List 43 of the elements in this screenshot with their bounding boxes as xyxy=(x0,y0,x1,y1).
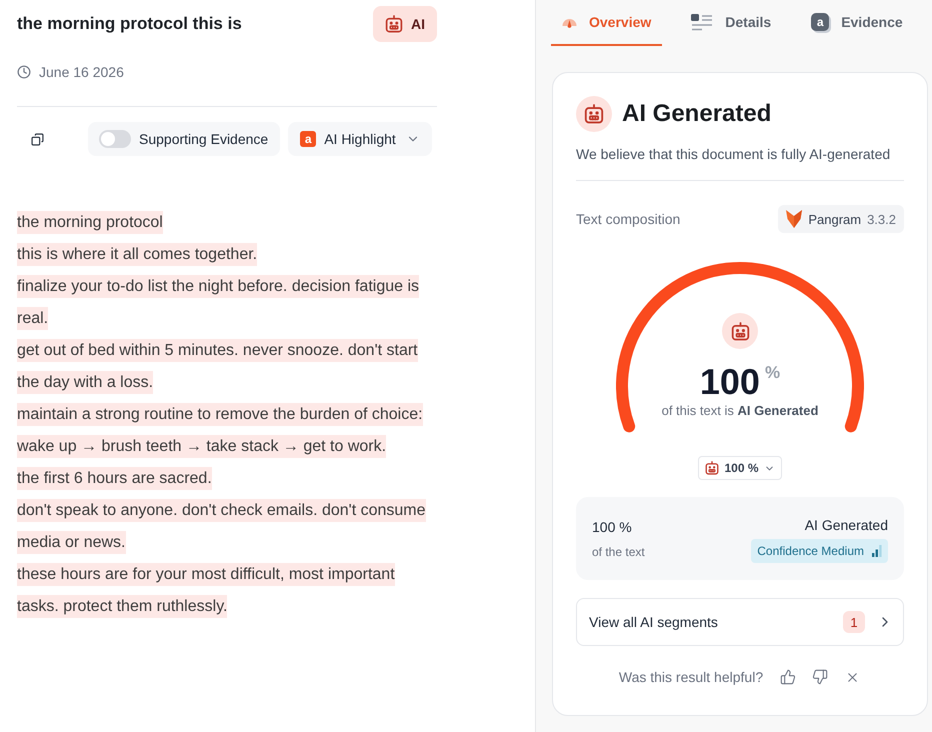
thumbs-down-icon xyxy=(812,669,828,685)
document-date: June 16 2026 xyxy=(39,64,124,80)
segment-count: 1 xyxy=(843,611,865,633)
feedback-question: Was this result helpful? xyxy=(618,669,764,685)
result-title: AI Generated xyxy=(622,100,772,128)
model-name: Pangram xyxy=(808,212,862,226)
fox-logo-icon xyxy=(786,210,802,228)
percentage-dropdown[interactable]: 100 % xyxy=(698,456,782,480)
document-text-segment: the first 6 hours are sacred. xyxy=(17,463,435,495)
panel-tab[interactable]: Details xyxy=(680,0,782,46)
view-segments-button[interactable]: View all AI segments 1 xyxy=(576,598,904,646)
robot-icon xyxy=(576,96,612,132)
thumbs-up-icon xyxy=(780,669,796,685)
supporting-evidence-toggle[interactable]: Supporting Evidence xyxy=(88,122,280,156)
thumbs-down-button[interactable] xyxy=(811,668,830,686)
copy-icon xyxy=(30,132,44,146)
document-text-segment: this is where it all comes together. xyxy=(17,239,435,271)
result-description: We believe that this document is fully AI-generated xyxy=(576,145,892,164)
gauge-unit: % xyxy=(764,362,780,384)
share-note: of the text xyxy=(592,544,645,560)
robot-icon xyxy=(705,461,720,475)
highlight-dropdown[interactable]: a AI Highlight xyxy=(288,122,432,156)
thumbs-up-button[interactable] xyxy=(779,668,798,686)
panel-tab[interactable]: a Evidence xyxy=(800,0,914,46)
composition-label: Text composition xyxy=(576,211,680,227)
model-version: 3.3.2 xyxy=(867,212,896,226)
document-text-segment: the morning protocol xyxy=(17,207,435,239)
view-segments-label: View all AI segments xyxy=(589,614,719,630)
share-value: 100 % xyxy=(592,518,632,536)
letter-tile: a xyxy=(811,13,830,31)
signal-bars-icon xyxy=(872,544,882,556)
confidence-label: Confidence Medium xyxy=(757,544,864,558)
gauge-caption: of this text is AI Generated xyxy=(662,402,818,420)
toggle-switch[interactable] xyxy=(99,130,131,148)
list-icon xyxy=(691,14,714,30)
ai-label-text: AI xyxy=(411,16,425,32)
robot-icon xyxy=(385,15,403,33)
letter-tile: a xyxy=(300,131,316,147)
clock-icon xyxy=(17,65,31,79)
robot-icon xyxy=(722,313,758,349)
document-title: the morning protocol this is xyxy=(17,14,242,34)
verdict-text: AI Generated xyxy=(804,516,888,534)
gauge-value: 100 xyxy=(700,362,760,402)
